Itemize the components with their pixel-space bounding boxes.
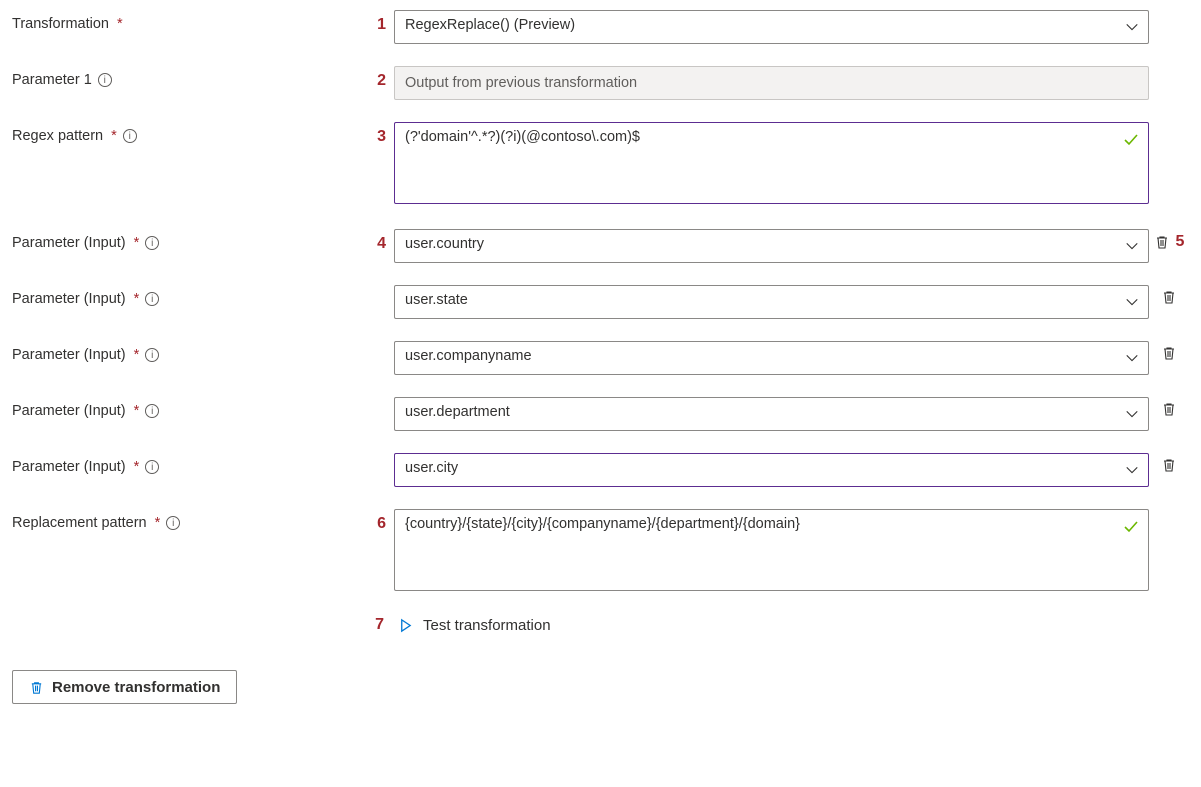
label-parameter-input: Parameter (Input) * i: [12, 285, 362, 307]
delete-button[interactable]: [1161, 457, 1177, 473]
parameter-input-value: user.department: [405, 404, 510, 420]
label-transformation-text: Transformation: [12, 16, 109, 32]
label-parameter-input-text: Parameter (Input): [12, 235, 126, 251]
regex-pattern-input[interactable]: [394, 122, 1149, 204]
required-asterisk: *: [134, 347, 140, 363]
callout-7: 7: [362, 616, 384, 634]
required-asterisk: *: [134, 403, 140, 419]
info-icon[interactable]: i: [166, 516, 180, 530]
info-icon[interactable]: i: [123, 129, 137, 143]
info-icon[interactable]: i: [98, 73, 112, 87]
label-transformation: Transformation *: [12, 10, 362, 32]
remove-transformation-button[interactable]: Remove transformation: [12, 670, 237, 704]
replacement-pattern-input[interactable]: [394, 509, 1149, 591]
required-asterisk: *: [134, 235, 140, 251]
info-icon[interactable]: i: [145, 460, 159, 474]
parameter-input-select[interactable]: user.state: [394, 285, 1149, 319]
test-transformation-label: Test transformation: [423, 617, 551, 634]
trash-icon: [1161, 457, 1177, 473]
play-icon: [398, 618, 413, 633]
parameter-input-value: user.companyname: [405, 348, 532, 364]
parameter-input-select[interactable]: user.city: [394, 453, 1149, 487]
callout-2: 2: [362, 66, 394, 90]
callout-4: 4: [362, 229, 394, 253]
delete-button[interactable]: [1161, 289, 1177, 305]
parameter-input-value: user.state: [405, 292, 468, 308]
transformation-select[interactable]: RegexReplace() (Preview): [394, 10, 1149, 44]
label-parameter-input: Parameter (Input) * i: [12, 397, 362, 419]
trash-icon: [29, 680, 44, 695]
required-asterisk: *: [117, 16, 123, 32]
label-parameter1-text: Parameter 1: [12, 72, 92, 88]
label-parameter1: Parameter 1 i: [12, 66, 362, 88]
callout-3: 3: [362, 122, 394, 146]
delete-button[interactable]: [1161, 345, 1177, 361]
remove-transformation-label: Remove transformation: [52, 679, 220, 696]
parameter-input-value: user.city: [405, 460, 458, 476]
parameter-input-select[interactable]: user.country: [394, 229, 1149, 263]
test-transformation-link[interactable]: Test transformation: [398, 617, 551, 634]
info-icon[interactable]: i: [145, 292, 159, 306]
trash-icon: [1161, 289, 1177, 305]
callout-5: 5: [1176, 233, 1185, 251]
label-parameter-input-text: Parameter (Input): [12, 459, 126, 475]
label-parameter-input: Parameter (Input) * i: [12, 453, 362, 475]
label-replacement-pattern-text: Replacement pattern: [12, 515, 147, 531]
delete-button[interactable]: [1161, 401, 1177, 417]
required-asterisk: *: [111, 128, 117, 144]
info-icon[interactable]: i: [145, 236, 159, 250]
trash-icon: [1161, 401, 1177, 417]
delete-button[interactable]: [1154, 234, 1170, 250]
parameter-input-select[interactable]: user.department: [394, 397, 1149, 431]
label-parameter-input: Parameter (Input) * i: [12, 229, 362, 251]
label-replacement-pattern: Replacement pattern * i: [12, 509, 362, 531]
transformation-select-value: RegexReplace() (Preview): [405, 17, 575, 33]
info-icon[interactable]: i: [145, 404, 159, 418]
parameter-input-value: user.country: [405, 236, 484, 252]
callout-1: 1: [362, 10, 394, 34]
label-regex-pattern: Regex pattern * i: [12, 122, 362, 144]
trash-icon: [1161, 345, 1177, 361]
required-asterisk: *: [134, 291, 140, 307]
label-parameter-input-text: Parameter (Input): [12, 403, 126, 419]
callout-6: 6: [362, 509, 394, 533]
label-parameter-input: Parameter (Input) * i: [12, 341, 362, 363]
required-asterisk: *: [155, 515, 161, 531]
parameter-input-select[interactable]: user.companyname: [394, 341, 1149, 375]
parameter1-input: [394, 66, 1149, 100]
label-parameter-input-text: Parameter (Input): [12, 291, 126, 307]
info-icon[interactable]: i: [145, 348, 159, 362]
trash-icon: [1154, 234, 1170, 250]
label-parameter-input-text: Parameter (Input): [12, 347, 126, 363]
required-asterisk: *: [134, 459, 140, 475]
label-regex-pattern-text: Regex pattern: [12, 128, 103, 144]
